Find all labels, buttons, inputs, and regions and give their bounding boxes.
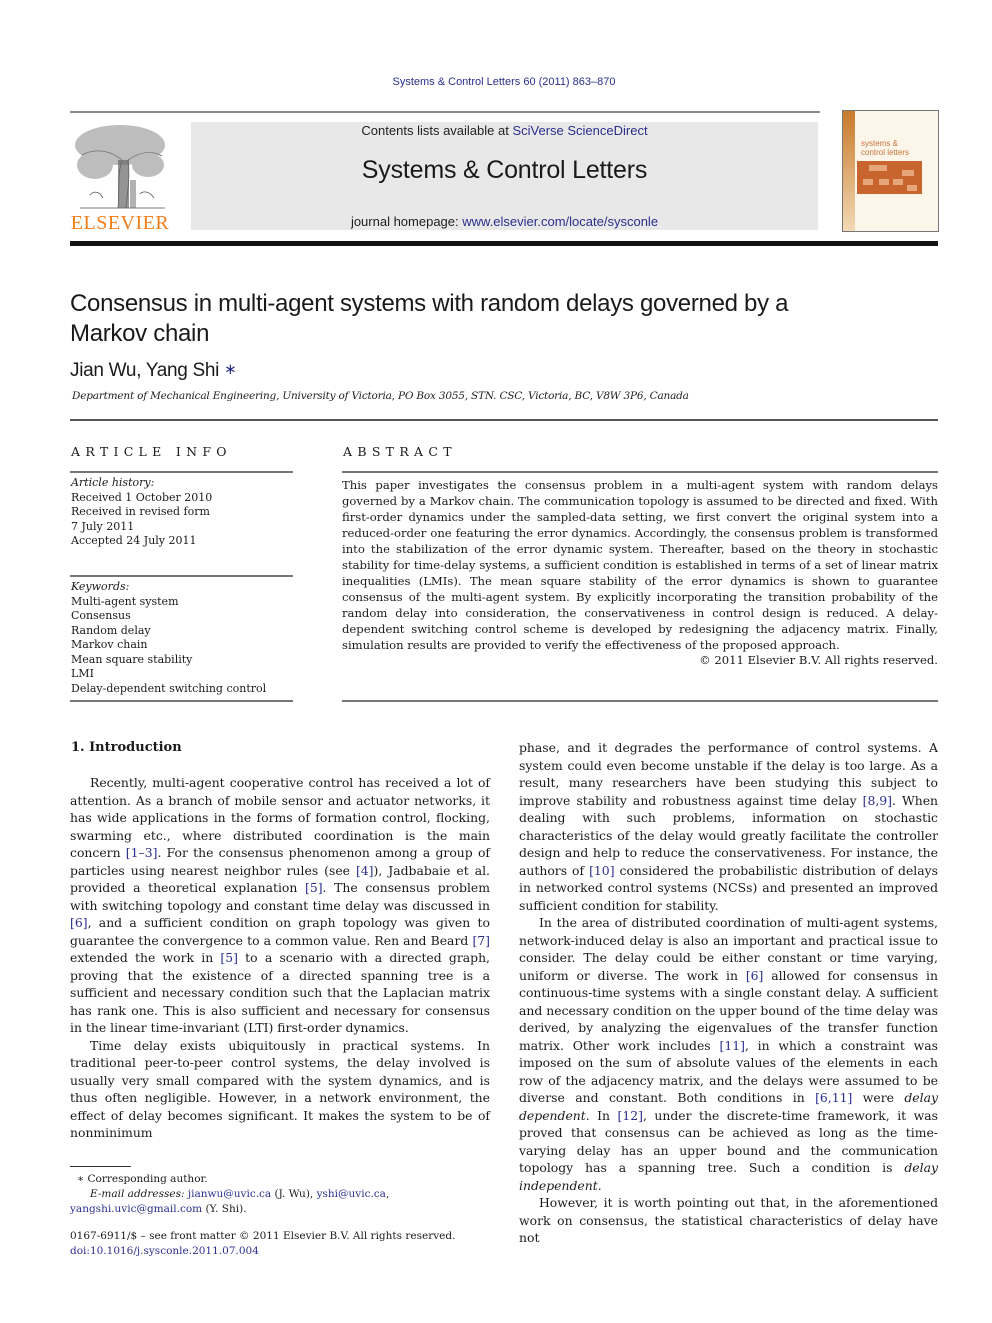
- citation-link[interactable]: [11]: [719, 1038, 744, 1053]
- cover-title-line1: systems &: [861, 139, 898, 148]
- article-history-label: Article history:: [71, 476, 155, 489]
- contents-availability-line: Contents lists available at SciVerse Sci…: [191, 123, 818, 138]
- doi-link[interactable]: doi:10.1016/j.sysconle.2011.07.004: [70, 1244, 510, 1259]
- affiliation: Department of Mechanical Engineering, Un…: [72, 390, 689, 402]
- article-info-bottom-rule: [70, 700, 293, 702]
- footnote-marker: ∗: [77, 1173, 85, 1185]
- cover-spine-band: [843, 111, 855, 231]
- body-paragraph: Recently, multi-agent cooperative contro…: [70, 774, 490, 1037]
- body-column-right: phase, and it degrades the performance o…: [519, 739, 938, 1247]
- article-title: Consensus in multi-agent systems with ra…: [70, 290, 789, 347]
- history-item: Accepted 24 July 2011: [71, 534, 197, 547]
- cover-title: systems & control letters: [861, 139, 909, 157]
- body-paragraph: However, it is worth pointing out that, …: [519, 1194, 938, 1247]
- text-run: extended the work in: [70, 950, 221, 965]
- abstract-text: This paper investigates the consensus pr…: [342, 478, 938, 652]
- title-rule: [70, 419, 938, 421]
- email-link-yangshi-gmail[interactable]: yangshi.uvic@gmail.com: [70, 1203, 202, 1215]
- body-paragraph: phase, and it degrades the performance o…: [519, 739, 938, 914]
- front-matter-text: 0167-6911/$ – see front matter © 2011 El…: [70, 1230, 456, 1242]
- history-item: Received in revised form: [71, 505, 210, 518]
- journal-citation-link[interactable]: Systems & Control Letters 60 (2011) 863–…: [0, 76, 992, 88]
- email-label: E-mail addresses:: [90, 1188, 185, 1200]
- email-separator: ,: [385, 1188, 390, 1200]
- citation-link[interactable]: [12]: [618, 1108, 643, 1123]
- text-run: .: [597, 1177, 602, 1193]
- citation-link[interactable]: [10]: [589, 863, 614, 878]
- corresponding-author-marker[interactable]: ∗: [224, 361, 237, 378]
- email-link-jianwu[interactable]: jianwu@uvic.ca: [188, 1188, 271, 1200]
- author-line: Jian Wu, Yang Shi ∗: [70, 360, 237, 382]
- keyword: Delay-dependent switching control: [71, 681, 267, 695]
- article-history: Article history: Received 1 October 2010…: [71, 476, 212, 549]
- citation-link[interactable]: [7]: [472, 933, 490, 948]
- journal-name: Systems & Control Letters: [361, 156, 648, 184]
- keyword: Multi-agent system: [71, 594, 179, 608]
- keyword: LMI: [71, 667, 94, 680]
- footnote-rule: [70, 1166, 131, 1167]
- front-matter: 0167-6911/$ – see front matter © 2011 El…: [70, 1229, 510, 1259]
- abstract-heading: ABSTRACT: [343, 444, 457, 459]
- citation-link[interactable]: [4]: [356, 863, 374, 878]
- body-paragraph: Time delay exists ubiquitously in practi…: [70, 1037, 490, 1142]
- sciencedirect-link[interactable]: SciVerse ScienceDirect: [512, 123, 647, 138]
- keywords-label: Keywords:: [71, 580, 130, 593]
- citation-link[interactable]: [1–3]: [126, 845, 158, 860]
- abstract-copyright: © 2011 Elsevier B.V. All rights reserved…: [699, 653, 938, 667]
- body-column-left: Recently, multi-agent cooperative contro…: [70, 774, 490, 1142]
- abstract-rule: [342, 471, 938, 473]
- body-paragraph: In the area of distributed coordination …: [519, 914, 938, 1194]
- history-item: Received 1 October 2010: [71, 490, 213, 504]
- email-owner: (Y. Shi).: [202, 1203, 247, 1215]
- elsevier-wordmark: ELSEVIER: [70, 212, 170, 234]
- header-thick-rule: [70, 241, 938, 246]
- cover-block-diagram-icon: [857, 161, 922, 194]
- contents-prefix: Contents lists available at: [361, 123, 513, 138]
- history-item: 7 July 2011: [71, 519, 135, 533]
- journal-cover-thumbnail[interactable]: systems & control letters: [842, 110, 939, 232]
- keyword: Random delay: [71, 623, 151, 637]
- keywords-rule: [70, 575, 293, 577]
- journal-homepage-link[interactable]: www.elsevier.com/locate/sysconle: [462, 214, 658, 229]
- citation-link[interactable]: [6,11]: [815, 1090, 852, 1105]
- journal-homepage-line: journal homepage: www.elsevier.com/locat…: [191, 214, 818, 229]
- text-run: , and a sufficient condition on graph to…: [70, 915, 490, 948]
- authors: Jian Wu, Yang Shi: [70, 360, 220, 381]
- citation-link[interactable]: [6]: [70, 915, 88, 930]
- corresponding-author-note: ∗ Corresponding author.: [70, 1172, 510, 1187]
- header-rule: [70, 111, 820, 113]
- keyword: Markov chain: [71, 638, 148, 651]
- email-owner: (J. Wu),: [271, 1188, 317, 1200]
- text-run: Time delay exists ubiquitously in practi…: [70, 1037, 490, 1141]
- corresponding-author-text: Corresponding author.: [87, 1173, 208, 1185]
- citation-link[interactable]: [5]: [305, 880, 323, 895]
- footnotes: ∗ Corresponding author. E-mail addresses…: [70, 1172, 510, 1217]
- citation-link[interactable]: [5]: [220, 950, 238, 965]
- text-run: were: [852, 1090, 905, 1105]
- text-run: . In: [585, 1107, 618, 1123]
- keywords: Keywords: Multi-agent system Consensus R…: [71, 580, 266, 696]
- section-heading-introduction: 1. Introduction: [71, 740, 182, 755]
- homepage-prefix: journal homepage:: [350, 214, 463, 229]
- keyword: Mean square stability: [71, 652, 193, 666]
- email-link-yshi[interactable]: yshi@uvic.ca: [317, 1188, 386, 1200]
- citation-link[interactable]: [6]: [746, 968, 764, 983]
- text-run: However, it is worth pointing out that, …: [519, 1195, 938, 1245]
- email-addresses: E-mail addresses: jianwu@uvic.ca (J. Wu)…: [70, 1187, 510, 1217]
- abstract-bottom-rule: [342, 700, 938, 702]
- cover-title-line2: control letters: [861, 148, 910, 157]
- citation-link[interactable]: [8,9]: [863, 793, 892, 808]
- article-info-rule: [70, 471, 293, 473]
- keyword: Consensus: [71, 609, 131, 622]
- article-info-heading: ARTICLE INFO: [71, 444, 232, 459]
